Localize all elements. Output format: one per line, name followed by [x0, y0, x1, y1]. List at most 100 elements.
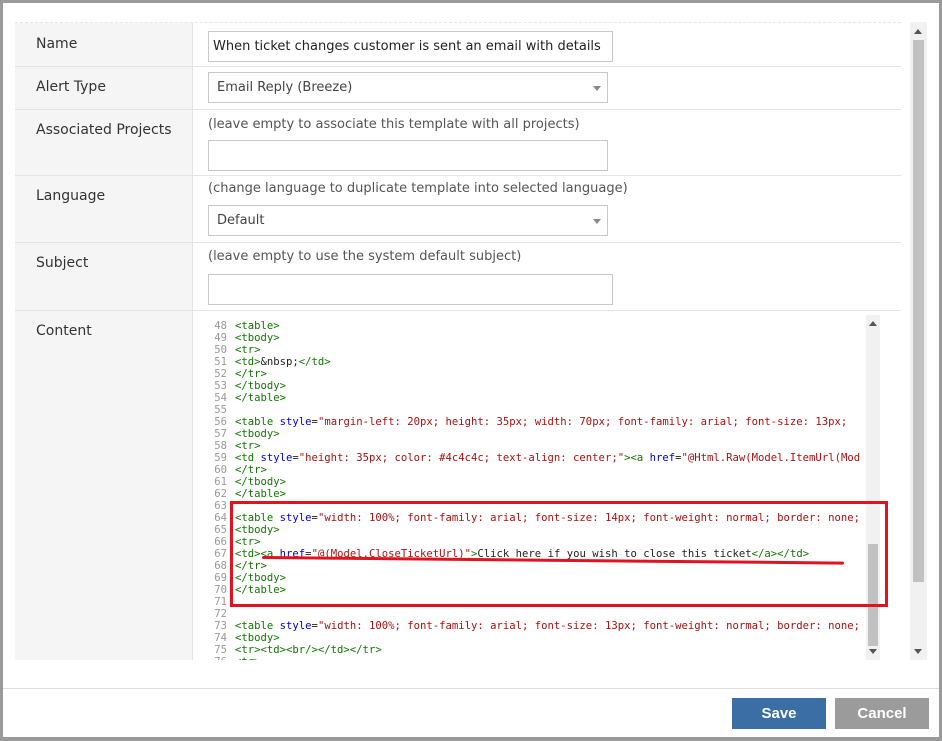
code-line: 63 — [205, 500, 227, 512]
name-label-cell: Name — [15, 23, 193, 66]
cancel-button[interactable]: Cancel — [835, 698, 929, 729]
code-line: 67 <td><a href="@(Model.CloseTicketUrl)">… — [205, 548, 809, 560]
line-number: 60 — [214, 464, 227, 476]
line-number: 69 — [214, 572, 227, 584]
line-number: 61 — [214, 476, 227, 488]
language-select[interactable]: Default — [208, 205, 608, 236]
line-number: 72 — [214, 608, 227, 620]
code-line: 57 <tbody> — [205, 428, 279, 440]
code-text: </table> — [235, 392, 287, 404]
line-number: 76 — [205, 656, 227, 660]
content-label-cell: Content — [15, 311, 193, 660]
code-line: 55 — [205, 404, 227, 416]
code-text: <td>&nbsp;</td> — [235, 356, 331, 368]
code-editor-scrollbar[interactable] — [866, 315, 880, 660]
code-text: </tbody> — [235, 380, 287, 392]
code-line: 72 — [205, 608, 227, 620]
code-line: 68 </tr> — [205, 560, 267, 572]
dialog-scrollbar[interactable] — [910, 22, 927, 660]
line-number: 50 — [214, 344, 227, 356]
code-text: <table style="width: 100%; font-family: … — [235, 620, 861, 632]
line-number: 49 — [214, 332, 227, 344]
line-number: 52 — [214, 368, 227, 380]
code-line: 61 </tbody> — [205, 476, 286, 488]
line-number: 68 — [214, 560, 227, 572]
scroll-up-arrow-icon[interactable] — [869, 321, 877, 326]
scroll-up-arrow-icon[interactable] — [914, 29, 922, 34]
associated-projects-hint: (leave empty to associate this template … — [208, 117, 580, 132]
save-button[interactable]: Save — [732, 698, 826, 729]
line-number: 54 — [214, 392, 227, 404]
alert-type-label: Alert Type — [36, 79, 106, 95]
code-line: 58 <tr> — [205, 440, 260, 452]
code-line: 70 </table> — [205, 584, 286, 596]
subject-label-cell: Subject — [15, 243, 193, 310]
code-line: 60 </tr> — [205, 464, 267, 476]
scroll-down-arrow-icon[interactable] — [869, 649, 877, 654]
language-value: Default — [217, 213, 265, 228]
line-number: 53 — [214, 380, 227, 392]
name-field[interactable]: When ticket changes customer is sent an … — [208, 31, 613, 62]
code-line: 54 </table> — [205, 392, 286, 404]
line-number: 58 — [214, 440, 227, 452]
line-number: 73 — [214, 620, 227, 632]
line-number: 64 — [214, 512, 227, 524]
line-number: 56 — [214, 416, 227, 428]
language-hint: (change language to duplicate template i… — [208, 181, 628, 196]
name-row: Name When ticket changes customer is sen… — [15, 23, 901, 67]
line-number: 48 — [214, 320, 227, 332]
alert-type-label-cell: Alert Type — [15, 67, 193, 109]
content-label: Content — [36, 323, 92, 339]
associated-projects-label-cell: Associated Projects — [15, 110, 193, 175]
chevron-down-icon — [593, 86, 601, 91]
alert-type-value: Email Reply (Breeze) — [217, 80, 353, 95]
code-text: <table> — [235, 320, 280, 332]
code-text: <tr> — [235, 344, 261, 356]
content-row: Content 48 <table> 49 <tbody> 50 <tr> 51 <td>&n… — [15, 311, 901, 660]
line-number: 55 — [214, 404, 227, 416]
code-text: </table> — [235, 488, 287, 500]
code-line: 52 </tr> — [205, 368, 267, 380]
code-text: </tr> — [235, 464, 267, 476]
line-number: 57 — [214, 428, 227, 440]
line-number: 51 — [214, 356, 227, 368]
associated-projects-row: Associated Projects (leave empty to asso… — [15, 110, 901, 176]
line-number: 63 — [214, 500, 227, 512]
line-number: 65 — [214, 524, 227, 536]
code-line: 56 <table style="margin-left: 20px; heigh… — [205, 416, 847, 428]
scroll-down-arrow-icon[interactable] — [914, 649, 922, 654]
alert-type-row: Alert Type Email Reply (Breeze) — [15, 67, 901, 110]
code-line: 64 <table style="width: 100%; font-family… — [205, 512, 860, 524]
name-label: Name — [36, 36, 78, 52]
code-text: <td style="height: 35px; color: #4c4c4c;… — [235, 452, 861, 464]
code-line: 51 <td>&nbsp;</td> — [205, 356, 330, 368]
language-label-cell: Language — [15, 176, 193, 242]
code-line: 71 — [205, 596, 227, 608]
subject-label: Subject — [36, 255, 89, 271]
subject-row: Subject (leave empty to use the system d… — [15, 243, 901, 311]
code-line: 75 <tr><td><br/></td></tr> — [205, 644, 381, 656]
code-line: 62 </table> — [205, 488, 286, 500]
subject-input[interactable] — [208, 274, 613, 305]
alert-type-select[interactable]: Email Reply (Breeze) — [208, 72, 608, 103]
code-editor[interactable]: 48 <table> 49 <tbody> 50 <tr> 51 <td>&nbsp;</td… — [205, 319, 893, 660]
code-line: 69 </tbody> — [205, 572, 286, 584]
code-line: 49 <tbody> — [205, 332, 279, 344]
code-text: </tbody> — [235, 476, 287, 488]
code-line: 53 </tbody> — [205, 380, 286, 392]
line-number: 62 — [214, 488, 227, 500]
annotation-highlight-box — [230, 501, 888, 607]
code-text: <tbody> — [235, 428, 280, 440]
line-number: 66 — [214, 536, 227, 548]
code-line: 50 <tr> — [205, 344, 260, 356]
dialog-footer: Save Cancel — [3, 688, 939, 737]
associated-projects-input[interactable] — [208, 140, 608, 171]
scrollbar-thumb[interactable] — [913, 40, 924, 582]
language-row: Language (change language to duplicate t… — [15, 176, 901, 243]
chevron-down-icon — [593, 219, 601, 224]
code-line: 65 <tbody> — [205, 524, 279, 536]
code-line: 59 <td style="height: 35px; color: #4c4c4… — [205, 452, 860, 464]
code-text: <tbody> — [235, 332, 280, 344]
code-text: <tr> — [235, 656, 261, 660]
code-line: 73 <table style="width: 100%; font-family… — [205, 620, 860, 632]
